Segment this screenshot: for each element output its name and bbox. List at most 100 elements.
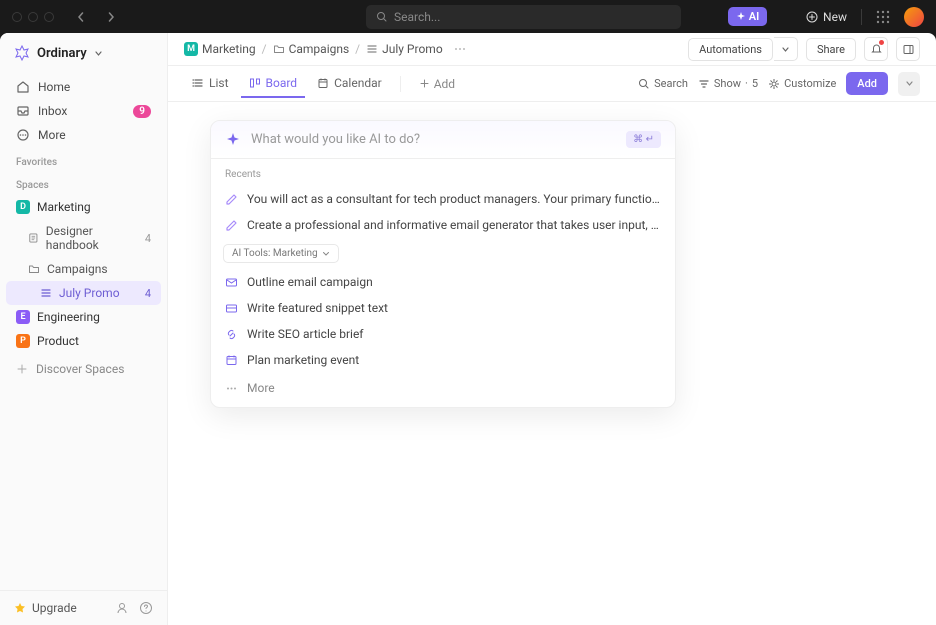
space-icon: D [16,200,30,214]
chevron-down-icon [94,49,103,58]
inbox-icon [16,104,30,118]
add-view[interactable]: Add [411,73,463,95]
titlebar-right: New [806,7,924,27]
spaces-heading: Spaces [0,172,167,195]
add-dropdown[interactable] [898,72,920,96]
sparkle-icon [225,132,241,148]
minimize-window[interactable] [28,12,38,22]
divider [861,9,862,25]
view-calendar[interactable]: Calendar [309,70,390,98]
chevron-down-icon [781,45,790,54]
calendar-icon [317,77,329,89]
automations-dropdown[interactable] [774,37,798,61]
nav-back[interactable] [70,6,92,28]
panel-icon [902,43,915,56]
automations-button[interactable]: Automations [688,38,773,61]
ai-tool-plan-event[interactable]: Plan marketing event [211,347,675,373]
breadcrumbs: M Marketing / Campaigns / July Promo [184,42,467,56]
more-icon [16,128,30,142]
sidebar-home[interactable]: Home [8,75,159,99]
sidebar-item-designer-handbook[interactable]: Designer handbook 4 [6,219,161,257]
list-icon [366,43,378,55]
sidebar-item-campaigns[interactable]: Campaigns [6,257,161,281]
ai-more[interactable]: More [211,373,675,407]
new-button[interactable]: New [806,10,847,24]
sidebar-space-marketing[interactable]: D Marketing [6,195,161,219]
sidebar-more[interactable]: More [8,123,159,147]
recents-label: Recents [211,159,675,186]
nav-forward[interactable] [100,6,122,28]
window-controls [12,12,54,22]
inbox-badge: 9 [133,105,151,118]
show-action[interactable]: Show · 5 [698,77,758,90]
person-icon[interactable] [115,601,129,615]
user-avatar[interactable] [904,7,924,27]
ai-modal: ⌘ ↵ Recents You will act as a consultant… [210,120,676,408]
sidebar: Ordinary Home Inbox 9 More Favorites Spa… [0,33,168,625]
list-icon [192,77,204,89]
space-icon: M [184,42,198,56]
share-button[interactable]: Share [806,38,856,61]
ai-tool-snippet[interactable]: Write featured snippet text [211,295,675,321]
plus-circle-icon [806,11,818,23]
sidebar-space-engineering[interactable]: E Engineering [6,305,161,329]
workspace-logo-icon [14,45,30,61]
notif-dot [879,40,884,45]
maximize-window[interactable] [44,12,54,22]
main-content: M Marketing / Campaigns / July Promo Aut… [168,33,936,625]
help-icon[interactable] [139,601,153,615]
plus-icon [419,78,430,89]
crumb-folder[interactable]: Campaigns [273,42,350,56]
notifications-button[interactable] [864,37,888,61]
upgrade-icon [14,602,26,614]
ai-tool-outline-email[interactable]: Outline email campaign [211,269,675,295]
titlebar: Search... AI New [0,0,936,33]
ai-input[interactable] [251,132,616,147]
discover-spaces[interactable]: Discover Spaces [0,357,167,381]
board-icon [249,77,261,89]
mail-icon [225,276,238,289]
sidebar-inbox[interactable]: Inbox 9 [8,99,159,123]
crumb-space[interactable]: M Marketing [184,42,256,56]
more-icon [225,382,238,395]
close-window[interactable] [12,12,22,22]
global-search[interactable]: Search... [366,5,681,29]
ai-input-row: ⌘ ↵ [211,121,675,158]
ai-recent-item[interactable]: You will act as a consultant for tech pr… [211,186,675,212]
sparkle-icon [736,12,746,22]
filter-icon [698,78,710,90]
search-placeholder: Search... [394,10,440,24]
workspace-name: Ordinary [37,46,87,61]
panel-button[interactable] [896,37,920,61]
workspace-switcher[interactable]: Ordinary [0,33,167,73]
nav-arrows [70,6,122,28]
favorites-heading: Favorites [0,149,167,172]
upgrade-button[interactable]: Upgrade [14,601,77,615]
home-icon [16,80,30,94]
search-action[interactable]: Search [638,77,688,90]
crumb-list[interactable]: July Promo [366,42,443,56]
edit-icon [225,193,238,206]
add-button[interactable]: Add [846,72,888,95]
ai-button[interactable]: AI [728,7,768,26]
sidebar-footer: Upgrade [0,590,167,625]
breadcrumb-bar: M Marketing / Campaigns / July Promo Aut… [168,33,936,66]
settings-icon [768,78,780,90]
canvas: ⌘ ↵ Recents You will act as a consultant… [168,102,936,625]
doc-icon [28,232,39,244]
keyboard-hint: ⌘ ↵ [626,131,661,148]
sidebar-space-product[interactable]: P Product [6,329,161,353]
plus-icon [16,363,28,375]
link-icon [225,328,238,341]
chevron-down-icon [905,79,914,88]
view-board[interactable]: Board [241,70,306,98]
sidebar-item-july-promo[interactable]: July Promo 4 [6,281,161,305]
ai-recent-item[interactable]: Create a professional and informative em… [211,212,675,238]
customize-action[interactable]: Customize [768,77,836,90]
ai-tools-filter[interactable]: AI Tools: Marketing [223,244,339,263]
calendar-icon [225,354,238,367]
more-icon[interactable] [453,42,467,56]
ai-tool-seo[interactable]: Write SEO article brief [211,321,675,347]
view-list[interactable]: List [184,70,237,98]
apps-icon[interactable] [876,10,890,24]
